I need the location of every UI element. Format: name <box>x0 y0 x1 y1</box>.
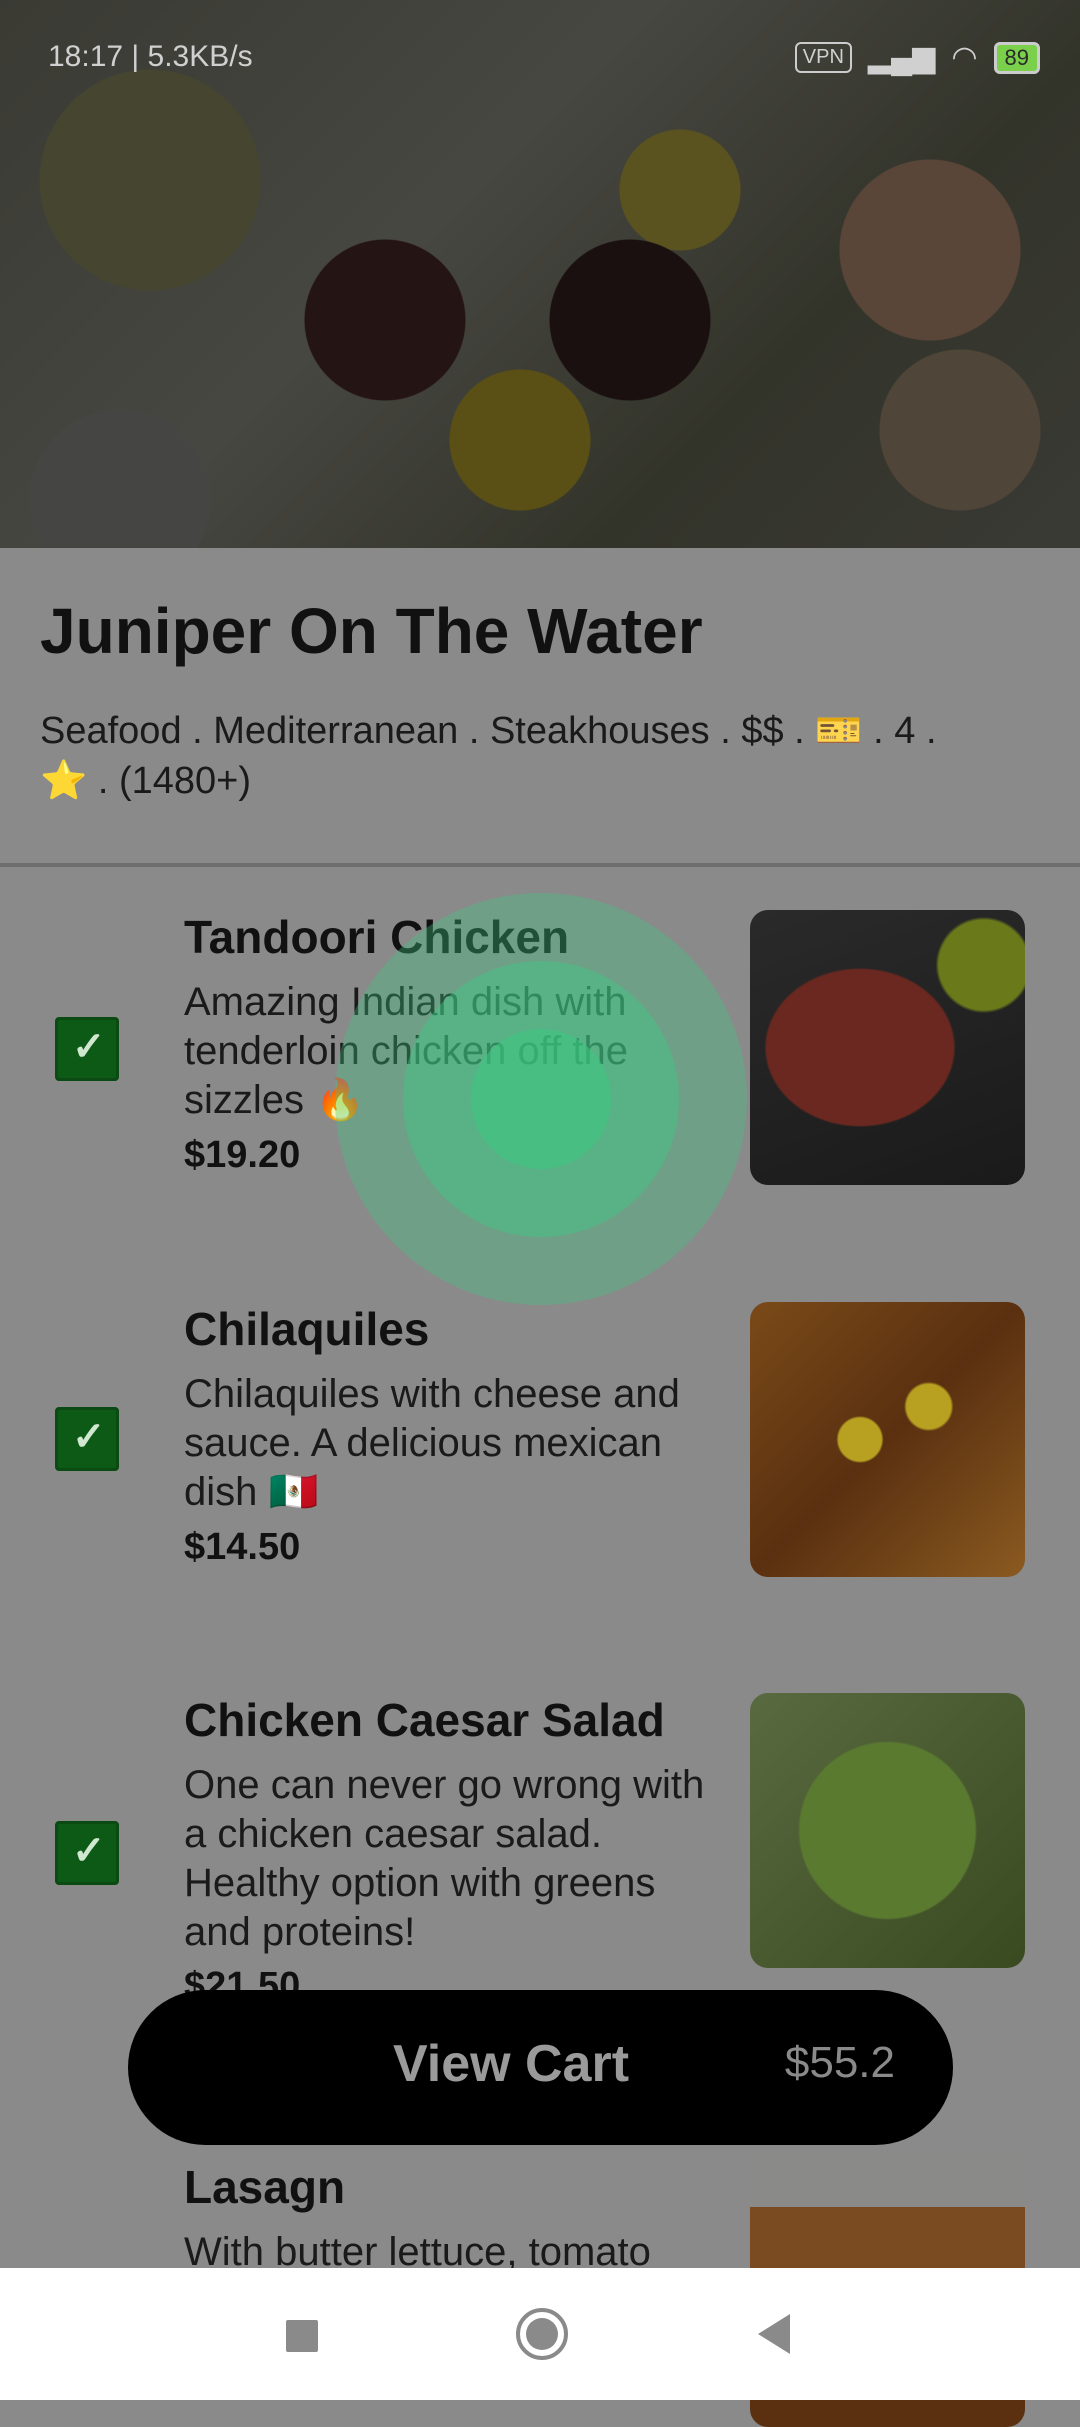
restaurant-meta: Seafood . Mediterranean . Steakhouses . … <box>40 710 937 802</box>
item-price: $14.50 <box>184 1526 301 1568</box>
touch-ripple <box>335 893 747 1305</box>
square-icon[interactable] <box>286 2320 318 2352</box>
item-checkbox[interactable] <box>55 1821 119 1885</box>
battery-icon: 89 <box>993 41 1040 74</box>
status-bar: 18:17 | 5.3KB/s VPN ▂▄▆ ◠ 89 <box>0 0 1080 120</box>
item-name: Chilaquiles <box>184 1303 430 1355</box>
item-checkbox[interactable] <box>55 1407 119 1471</box>
back-triangle-icon[interactable] <box>758 2314 790 2354</box>
item-price: $19.20 <box>184 1134 301 1176</box>
item-image[interactable] <box>750 1302 1025 1577</box>
home-circle-icon[interactable] <box>516 2308 568 2360</box>
item-image[interactable] <box>750 910 1025 1185</box>
wifi-icon: ◠ <box>951 41 978 74</box>
cart-label: View Cart <box>393 2035 630 2093</box>
system-nav-bar <box>0 2268 1080 2400</box>
signal-icon: ▂▄▆ <box>867 41 936 74</box>
item-description: Chilaquiles with cheese and sauce. A del… <box>184 1372 680 1514</box>
restaurant-name: Juniper On The Water <box>40 595 703 667</box>
item-checkbox[interactable] <box>55 1017 119 1081</box>
status-time: 18:17 | 5.3KB/s <box>48 40 253 73</box>
item-description: One can never go wrong with a chicken ca… <box>184 1763 705 1954</box>
item-name: Chicken Caesar Salad <box>184 1694 665 1746</box>
cart-total: $55.2 <box>784 2038 895 2087</box>
vpn-icon: VPN <box>794 42 852 73</box>
divider <box>0 863 1080 867</box>
item-image[interactable] <box>750 1693 1025 1968</box>
view-cart-button[interactable]: View Cart $55.2 <box>128 1990 953 2145</box>
item-name: Lasagn <box>184 2161 346 2213</box>
